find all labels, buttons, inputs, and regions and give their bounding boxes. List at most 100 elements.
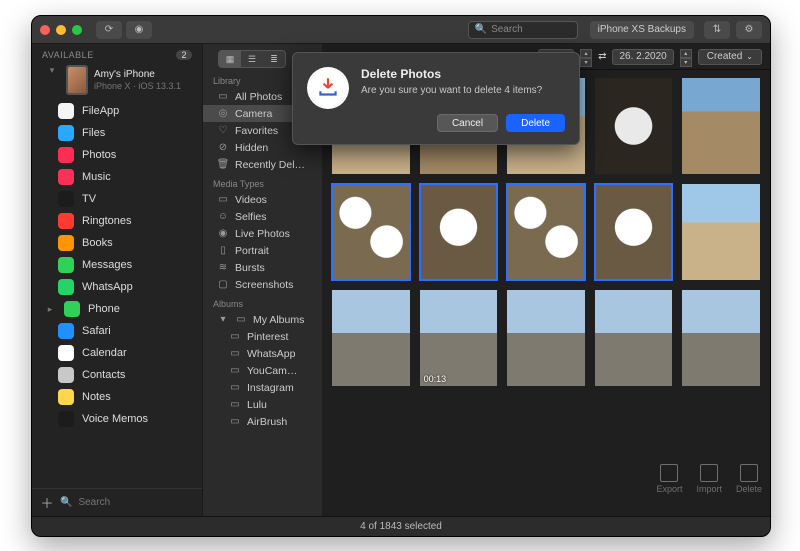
bottom-actions: Export Import Delete (656, 464, 762, 494)
library-item-screenshots[interactable]: ▢Screenshots (203, 276, 322, 293)
sidebar-app-whatsapp[interactable]: WhatsApp (32, 276, 202, 298)
chevron-down-icon[interactable]: ▾ (217, 314, 229, 326)
photo-thumbnail[interactable] (507, 184, 585, 280)
photo-thumbnail[interactable] (682, 78, 760, 174)
grid-view-button[interactable]: ▦ (219, 51, 241, 67)
library-item-bursts[interactable]: ≋Bursts (203, 259, 322, 276)
import-action[interactable]: Import (696, 464, 722, 494)
cancel-button[interactable]: Cancel (437, 114, 498, 132)
chevron-updown-icon: ⌄ (746, 52, 753, 61)
app-icon (58, 257, 74, 273)
app-label: Notes (82, 391, 111, 403)
library-item-videos[interactable]: ▭ Videos (203, 191, 322, 208)
action-label: Import (696, 484, 722, 494)
library-item-instagram[interactable]: ▭Instagram (203, 379, 322, 396)
photo-thumbnail[interactable]: 00:13 (420, 290, 498, 386)
photo-thumbnail[interactable] (595, 184, 673, 280)
app-label: Calendar (82, 347, 127, 359)
add-button[interactable]: ＋ (40, 493, 54, 512)
sidebar-app-voice-memos[interactable]: Voice Memos (32, 408, 202, 430)
library-item-live-photos[interactable]: ◉Live Photos (203, 225, 322, 242)
library-item-lulu[interactable]: ▭Lulu (203, 396, 322, 413)
library-item-label: Videos (235, 194, 267, 206)
photo-thumbnail[interactable] (420, 184, 498, 280)
photo-thumbnail[interactable] (682, 290, 760, 386)
chevron-right-icon[interactable]: ▸ (46, 304, 54, 315)
sidebar-app-messages[interactable]: Messages (32, 254, 202, 276)
library-item-whatsapp[interactable]: ▭WhatsApp (203, 345, 322, 362)
settings-button[interactable]: ⚙ (736, 21, 762, 39)
sidebar-app-music[interactable]: Music (32, 166, 202, 188)
photo-thumbnail[interactable] (332, 184, 410, 280)
library-item-youcam-[interactable]: ▭YouCam… (203, 362, 322, 379)
app-label: FileApp (82, 105, 119, 117)
video-duration-badge: 00:13 (424, 374, 447, 384)
date-from-stepper[interactable]: ▴▾ (580, 49, 592, 65)
video-icon: ▭ (217, 194, 229, 206)
library-item-label: Selfies (235, 211, 267, 223)
detail-view-button[interactable]: ≣ (263, 51, 285, 67)
window-controls (40, 25, 82, 35)
device-row[interactable]: ▾ Amy's iPhone iPhone X · iOS 13.3.1 (32, 62, 202, 98)
chevron-down-icon[interactable]: ▾ (48, 65, 56, 76)
library-item-my-albums[interactable]: ▾▭My Albums (203, 311, 322, 328)
trash-icon: 🗑 (217, 159, 229, 171)
library-item-label: Bursts (235, 262, 265, 274)
app-list: FileApp Files Photos Music TV RingtonesBooksM… (32, 98, 202, 488)
library-item-label: Recently Del… (235, 159, 305, 171)
refresh-button[interactable]: ⟳ (96, 21, 122, 39)
app-label: Photos (82, 149, 116, 161)
sidebar-app-notes[interactable]: Notes (32, 386, 202, 408)
dialog-message: Are you sure you want to delete 4 items? (361, 85, 565, 96)
list-view-button[interactable]: ☰ (241, 51, 263, 67)
app-icon (58, 191, 74, 207)
library-section: Media Types (203, 173, 322, 191)
sort-dropdown[interactable]: Created ⌄ (698, 49, 762, 65)
preview-button[interactable]: ◉ (126, 21, 152, 39)
library-item-label: Pinterest (247, 331, 288, 343)
library-item-label: Live Photos (235, 228, 290, 240)
app-label: Phone (88, 303, 120, 315)
photo-thumbnail[interactable] (595, 78, 673, 174)
export-action[interactable]: Export (656, 464, 682, 494)
app-label: TV (82, 193, 96, 205)
app-icon (64, 301, 80, 317)
photo-thumbnail[interactable] (332, 290, 410, 386)
maximize-window-button[interactable] (72, 25, 82, 35)
library-item-airbrush[interactable]: ▭AirBrush (203, 413, 322, 430)
sidebar-app-books[interactable]: Books (32, 232, 202, 254)
sidebar-app-fileapp[interactable]: FileApp (32, 100, 202, 122)
view-mode-segmented[interactable]: ▦ ☰ ≣ (218, 50, 286, 68)
sidebar-app-photos[interactable]: Photos (32, 144, 202, 166)
sidebar-app-safari[interactable]: Safari (32, 320, 202, 342)
sidebar-app-calendar[interactable]: Calendar (32, 342, 202, 364)
library-item-recently-del-[interactable]: 🗑 Recently Del… (203, 156, 322, 173)
transfers-button[interactable]: ⇅ (704, 21, 730, 39)
sidebar-search-input[interactable]: Search (78, 497, 194, 508)
library-item-label: Hidden (235, 142, 268, 154)
close-window-button[interactable] (40, 25, 50, 35)
library-item-label: Camera (235, 108, 272, 120)
global-search-input[interactable]: 🔍 Search (468, 21, 578, 39)
minimize-window-button[interactable] (56, 25, 66, 35)
photo-thumbnail[interactable] (595, 290, 673, 386)
photo-thumbnail[interactable] (682, 184, 760, 280)
app-label: Safari (82, 325, 111, 337)
library-item-pinterest[interactable]: ▭Pinterest (203, 328, 322, 345)
delete-action[interactable]: Delete (736, 464, 762, 494)
delete-button[interactable]: Delete (506, 114, 565, 132)
library-item-portrait[interactable]: ▯Portrait (203, 242, 322, 259)
date-to-field[interactable]: 26. 2.2020 (612, 49, 673, 65)
sidebar-app-tv[interactable]: TV (32, 188, 202, 210)
photo-thumbnail[interactable] (507, 290, 585, 386)
import-icon (700, 464, 718, 482)
sort-label: Created (707, 51, 743, 62)
device-backups-button[interactable]: iPhone XS Backups (590, 21, 694, 39)
app-label: Music (82, 171, 111, 183)
sidebar-app-ringtones[interactable]: Ringtones (32, 210, 202, 232)
sidebar-app-files[interactable]: Files (32, 122, 202, 144)
date-to-stepper[interactable]: ▴▾ (680, 49, 692, 65)
sidebar-app-contacts[interactable]: Contacts (32, 364, 202, 386)
sidebar-app-phone[interactable]: ▸ Phone (32, 298, 202, 320)
library-item-selfies[interactable]: ☺Selfies (203, 208, 322, 225)
